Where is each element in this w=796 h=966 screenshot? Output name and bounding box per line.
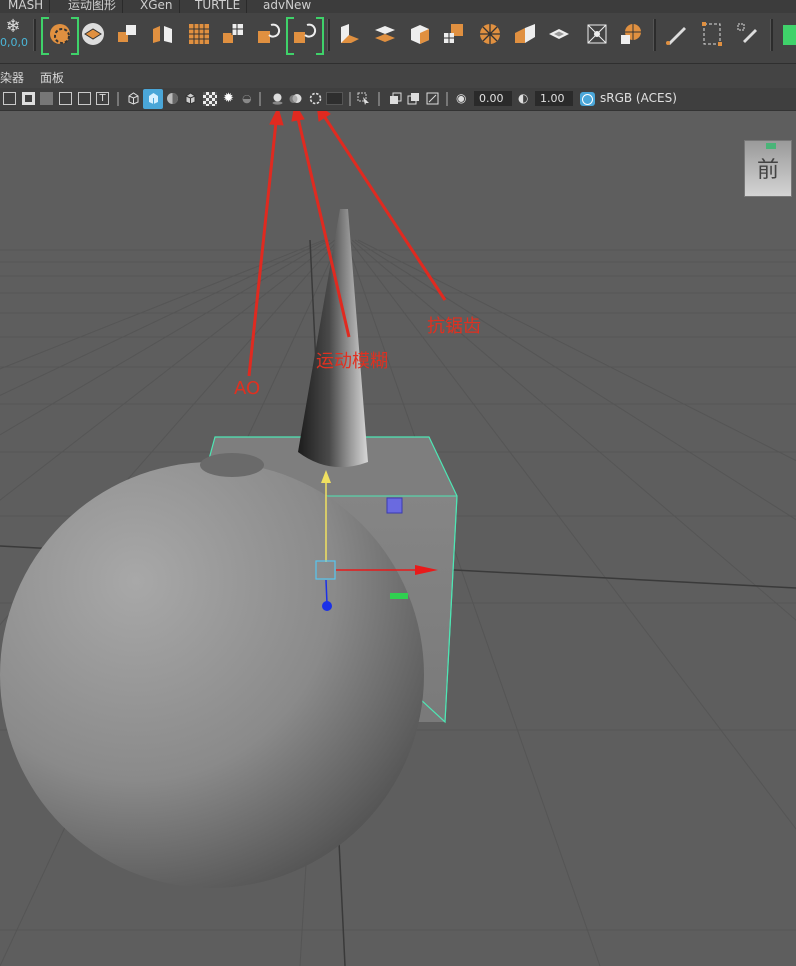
menu-renderer[interactable]: 染器 [0,69,24,86]
toolbar-separator [349,92,351,106]
soft-select-icon[interactable] [47,21,73,47]
shelf-divider [327,19,330,51]
film-gate-icon[interactable] [40,92,53,105]
edit-pen-icon[interactable] [735,21,761,47]
snowflake-icon[interactable]: ❄ [2,17,24,37]
separate-icon[interactable] [150,21,176,47]
merge-icon[interactable] [546,21,572,47]
bounding-box-icon[interactable] [699,21,725,47]
lighting-icon[interactable]: ✹ [223,92,236,105]
remesh-icon[interactable] [255,21,281,47]
annotation-ao: AO [234,378,261,399]
camera-attributes-icon[interactable] [3,92,16,105]
ambient-occlusion-icon[interactable] [271,92,284,105]
menu-panels[interactable]: 面板 [40,69,64,86]
shelf-tabs: MASH 运动图形 XGen TURTLE advNew [0,0,796,13]
viewport-3d[interactable]: 前 AO 运动模糊 抗锯齿 [0,111,796,966]
xray-icon[interactable] [389,92,402,105]
annotation-motion-blur: 运动模糊 [316,351,388,372]
toolbar-separator [259,92,261,106]
shadows-icon[interactable]: ◒ [242,92,255,105]
default-material-icon[interactable] [166,92,179,105]
shelf-toolbar: ❄ 0,0,0 [0,13,796,64]
pen-icon[interactable] [664,21,690,47]
smooth-icon[interactable] [220,21,246,47]
bevel-icon[interactable] [407,21,433,47]
shelf-bracket-right-2 [316,17,324,55]
view-cube[interactable]: 前 [744,140,792,197]
xray-components-icon[interactable] [426,92,439,105]
shelf-divider [653,19,656,51]
panel-toolbar: T ✹ ◒ ◉ 0.00 ◐ 1.00 sRGB (ACES) [0,88,796,111]
shelf-bracket-right [71,17,79,55]
shelf-tab-motion-graphics[interactable]: 运动图形 [62,0,124,13]
toolbar-separator [378,92,380,106]
gamma-icon[interactable]: ◐ [518,92,531,105]
bridge-icon[interactable] [372,21,398,47]
shelf-tab-turtle[interactable]: TURTLE [189,0,248,13]
green-swatch-icon[interactable] [783,25,796,45]
toolbar-separator [446,92,448,106]
shelf-tab-mash[interactable]: MASH [2,0,51,13]
retopo-icon[interactable] [292,21,318,47]
view-cube-marker [766,143,776,149]
extrude-icon[interactable] [337,21,363,47]
exposure-icon[interactable]: ◉ [456,92,469,105]
grid-extract-icon[interactable] [186,21,212,47]
shelf-divider [33,19,36,51]
toolbar-separator [117,92,119,106]
shelf-tab-xgen[interactable]: XGen [134,0,180,13]
combine-icon[interactable] [115,21,141,47]
textured-icon[interactable] [203,92,217,106]
shelf-divider [770,19,773,51]
anti-aliasing-icon[interactable] [309,92,322,105]
append-icon[interactable] [441,21,467,47]
exposure-field[interactable]: 0.00 [474,91,512,106]
gate-icon[interactable] [22,92,35,105]
wireframe-icon[interactable] [127,92,140,105]
color-space-label[interactable]: sRGB (ACES) [600,91,677,105]
motion-blur-icon[interactable] [289,92,302,105]
view-transform-toggle[interactable] [580,92,595,106]
scene-canvas [0,111,796,966]
sphere-grid-icon[interactable] [618,21,644,47]
coord-readout: 0,0,0 [0,36,28,49]
view-cube-front-label: 前 [756,158,779,183]
annotation-anti-aliasing: 抗锯齿 [427,316,481,337]
gamma-field[interactable]: 1.00 [535,91,573,106]
cone-object [298,209,368,468]
panel-menu-bar: 染器 面板 [0,64,796,88]
resolution-gate-icon[interactable] [59,92,72,105]
center-pivot-icon[interactable] [584,21,610,47]
wireframe-on-shaded-icon[interactable] [184,92,197,105]
isolate-select-icon[interactable] [357,92,370,105]
multi-cut-icon[interactable] [477,21,503,47]
image-plane-icon[interactable] [78,92,91,105]
smooth-shade-icon[interactable] [147,92,160,105]
depth-of-field-icon[interactable] [326,92,343,105]
target-weld-icon[interactable] [512,21,538,47]
shelf-tab-advnew[interactable]: advNew [257,0,317,13]
layers-icon[interactable] [80,21,106,47]
hud-text-icon[interactable]: T [96,92,109,105]
xray-joints-icon[interactable] [407,92,420,105]
